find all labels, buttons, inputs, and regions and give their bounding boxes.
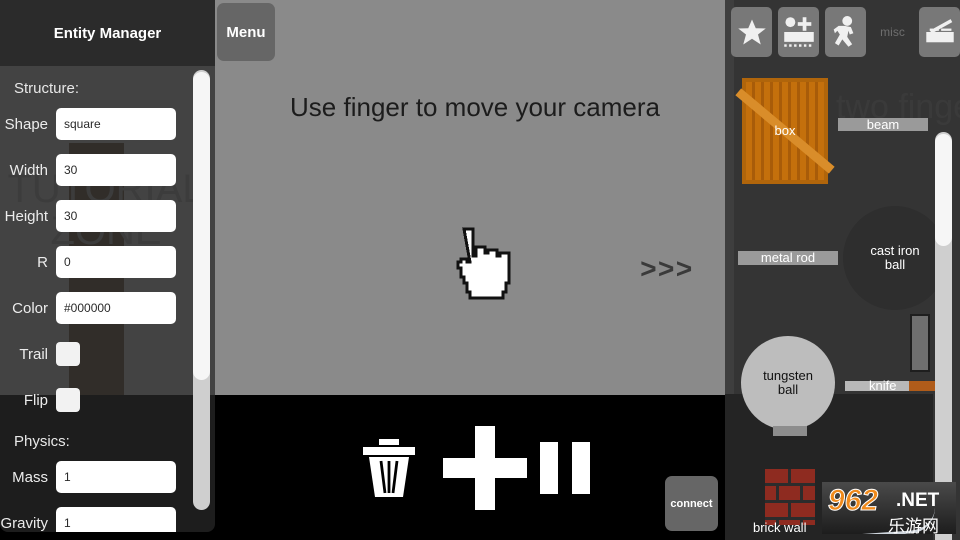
watermark-number: 962 <box>827 484 879 518</box>
item-label-cast-iron-ball: cast iron ball <box>870 243 920 272</box>
knife-handle <box>909 381 935 391</box>
item-small-plate[interactable] <box>773 426 807 436</box>
item-palette-panel: misc box beam metal rod cast iron ball t… <box>725 0 960 540</box>
item-tungsten-ball[interactable]: tungsten ball <box>741 336 835 430</box>
field-label-height: Height <box>4 207 48 225</box>
bottom-toolbar: connect <box>215 395 735 540</box>
connect-button[interactable]: connect <box>665 476 718 531</box>
trail-checkbox[interactable] <box>56 342 80 366</box>
field-row-height: Height <box>0 197 215 235</box>
brick-seam-2 <box>776 486 779 500</box>
panel-title: Entity Manager <box>0 0 215 66</box>
item-grey-slab[interactable] <box>910 314 930 372</box>
brick-seam-4 <box>788 503 791 517</box>
gravity-input[interactable] <box>56 507 176 532</box>
category-tab-favorites[interactable] <box>731 7 772 57</box>
category-tab-misc-label: misc <box>880 25 905 39</box>
item-cast-iron-ball[interactable]: cast iron ball <box>843 206 947 310</box>
item-grid: box beam metal rod cast iron ball tungst… <box>725 64 960 540</box>
pause-bar-left <box>540 441 558 494</box>
field-label-trail: Trail <box>19 345 48 363</box>
field-label-flip: Flip <box>23 391 48 409</box>
site-watermark: 962 .NET 乐游网 <box>822 482 956 534</box>
field-row-color: Color <box>0 289 215 327</box>
knife-blade <box>845 381 909 391</box>
panel-body: Structure: Shape Width Height R Color <box>0 66 215 532</box>
app-root: TUTORIAL ZONE Use finger to move your ca… <box>0 0 960 540</box>
field-row-r: R <box>0 243 215 281</box>
palette-scrollbar-thumb[interactable] <box>935 134 952 246</box>
field-row-mass: Mass <box>0 458 215 496</box>
width-input[interactable] <box>56 154 176 186</box>
section-label-physics: Physics: <box>14 433 70 450</box>
star-icon <box>737 19 766 45</box>
item-label-beam: beam <box>866 116 900 132</box>
field-row-gravity: Gravity <box>0 504 215 532</box>
brick-seam-6 <box>800 520 803 525</box>
rotation-input[interactable] <box>56 246 176 278</box>
brick-seam-1 <box>788 469 791 483</box>
category-tab-ragdoll[interactable] <box>825 7 866 57</box>
item-knife[interactable]: knife <box>845 379 935 393</box>
color-input[interactable] <box>56 292 176 324</box>
field-row-flip: Flip <box>0 381 215 419</box>
hand-cursor-icon <box>456 227 511 300</box>
entity-manager-panel: Entity Manager Structure: Shape Width He… <box>0 0 215 532</box>
field-label-shape: Shape <box>4 115 48 133</box>
machine-icon <box>925 19 954 43</box>
watermark-cn-text: 乐游网 <box>888 517 939 534</box>
pause-icon[interactable] <box>540 441 590 494</box>
category-tab-bar: misc <box>725 0 960 64</box>
item-box[interactable]: box <box>735 78 835 184</box>
field-row-trail: Trail <box>0 335 215 373</box>
shape-input[interactable] <box>56 108 176 140</box>
item-label-tungsten-ball: tungsten ball <box>763 368 813 397</box>
category-tab-misc[interactable]: misc <box>872 7 913 57</box>
brick-seam-5 <box>776 520 779 525</box>
field-label-r: R <box>37 253 48 271</box>
trash-icon[interactable] <box>363 438 415 497</box>
build-icon <box>783 17 814 47</box>
camera-hint-text: Use finger to move your camera <box>290 92 660 122</box>
plus-icon[interactable] <box>443 425 527 510</box>
item-beam[interactable]: beam <box>838 116 928 132</box>
height-input[interactable] <box>56 200 176 232</box>
field-label-color: Color <box>12 299 48 317</box>
brick-seam-3 <box>800 486 803 500</box>
field-label-mass: Mass <box>12 468 48 486</box>
category-tab-build[interactable] <box>778 7 819 57</box>
person-icon <box>833 16 853 47</box>
pause-bar-right <box>572 441 590 494</box>
sidebar-scrollbar-thumb[interactable] <box>193 72 210 380</box>
category-tab-machine[interactable] <box>919 7 960 57</box>
camera-hint-arrows: >>> <box>640 256 694 287</box>
field-row-shape: Shape <box>0 105 215 143</box>
watermark-tld: .NET <box>896 490 940 511</box>
item-metal-rod[interactable]: metal rod <box>738 251 838 265</box>
field-label-gravity: Gravity <box>0 514 48 532</box>
item-brick-wall[interactable]: brick wall <box>753 469 815 535</box>
field-label-width: Width <box>9 161 48 179</box>
menu-button[interactable]: Menu <box>217 3 275 61</box>
field-row-width: Width <box>0 151 215 189</box>
item-label-metal-rod: metal rod <box>760 250 816 265</box>
section-label-structure: Structure: <box>14 80 80 97</box>
mass-input[interactable] <box>56 461 176 493</box>
flip-checkbox[interactable] <box>56 388 80 412</box>
